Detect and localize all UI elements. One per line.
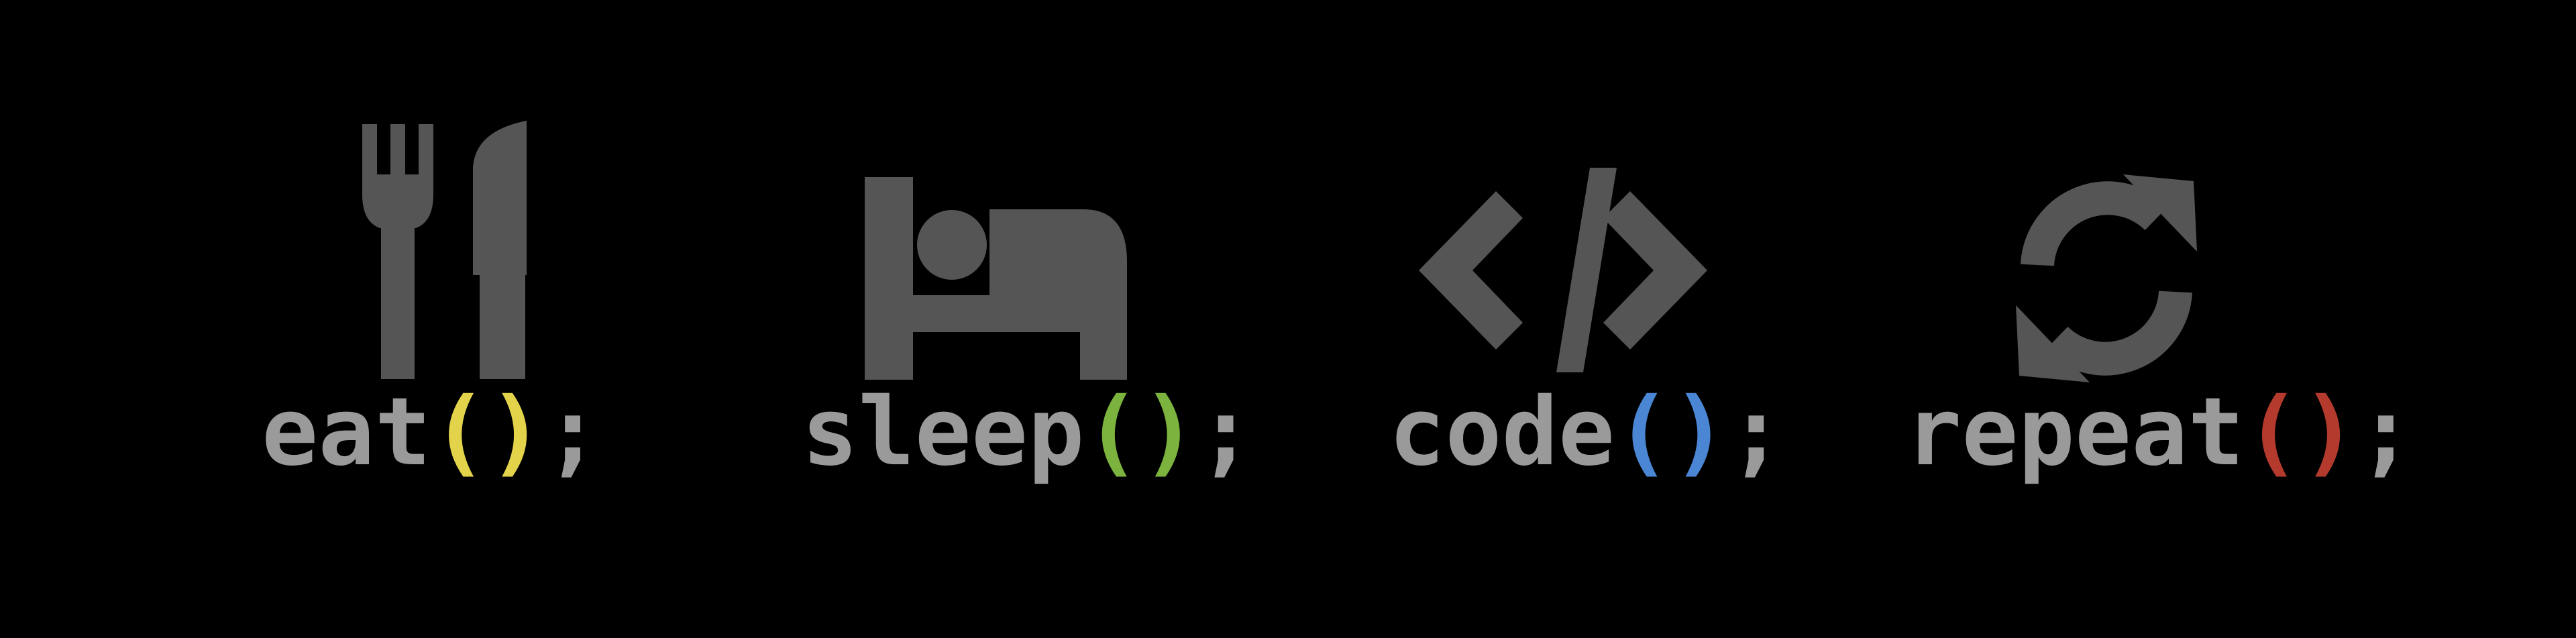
function-name: code: [1389, 378, 1615, 487]
bed-icon: [862, 174, 1130, 382]
semicolon: ;: [544, 378, 601, 487]
function-name: repeat: [1905, 378, 2245, 487]
code-icon: [1419, 164, 1707, 376]
open-paren: (: [1084, 378, 1141, 487]
open-paren: (: [2244, 378, 2302, 487]
fork-knife-icon: [356, 121, 537, 382]
label-code: code();: [1389, 376, 1784, 490]
open-paren: (: [431, 378, 488, 487]
function-name: sleep: [802, 378, 1085, 487]
canvas: eat(); sleep(); code(); repeat();: [0, 0, 2576, 638]
label-eat: eat();: [262, 376, 601, 490]
refresh-icon: [1996, 171, 2217, 386]
semicolon: ;: [1727, 378, 1785, 487]
close-paren: ): [1671, 378, 1728, 487]
semicolon: ;: [1197, 378, 1254, 487]
label-repeat: repeat();: [1905, 376, 2414, 490]
close-paren: ): [1140, 378, 1198, 487]
semicolon: ;: [2357, 378, 2414, 487]
function-name: eat: [262, 378, 431, 487]
label-sleep: sleep();: [802, 376, 1254, 490]
close-paren: ): [2301, 378, 2358, 487]
open-paren: (: [1615, 378, 1672, 487]
close-paren: ): [488, 378, 545, 487]
